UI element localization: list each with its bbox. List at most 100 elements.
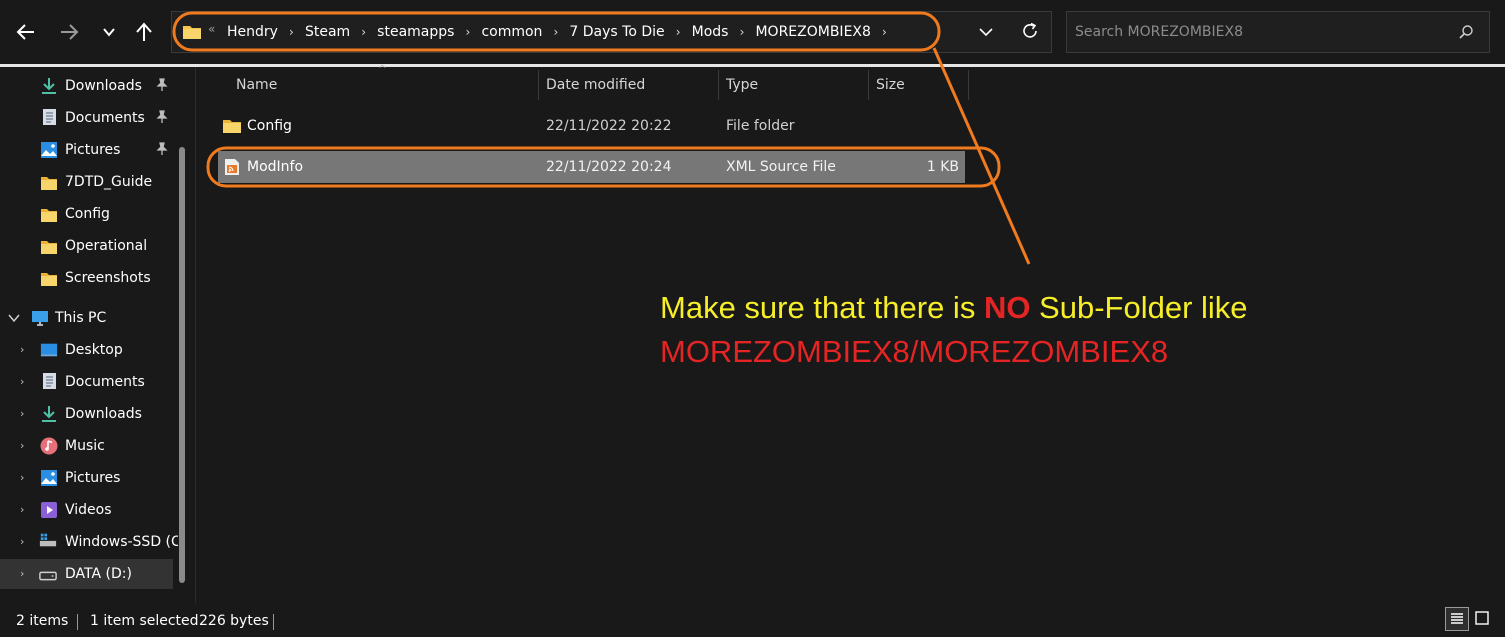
crumb-hendry[interactable]: Hendry [227,24,278,40]
crumb-steamapps[interactable]: steamapps [377,24,454,40]
sidebar-item-downloads-pc[interactable]: › Downloads [0,399,178,429]
crumb-separator[interactable]: › [665,25,692,39]
sidebar-item-7dtd-guide[interactable]: 7DTD_Guide [0,167,178,197]
sidebar-item-pictures-pc[interactable]: › Pictures [0,463,178,493]
crumb-separator[interactable]: › [871,25,898,39]
overflow-chevron[interactable]: « [208,22,215,36]
sidebar-item-label: Downloads [65,406,142,422]
recent-locations-button[interactable] [95,18,123,46]
computer-icon [32,311,48,326]
file-type: File folder [726,118,795,134]
pictures-icon [41,142,57,158]
column-divider[interactable] [968,70,969,100]
expand-chevron-icon[interactable]: › [20,407,24,420]
expand-chevron-icon[interactable]: › [20,343,24,356]
sidebar-item-documents-pc[interactable]: › Documents [0,367,178,397]
pictures-icon [41,470,57,486]
crumb-separator[interactable]: › [454,25,481,39]
sidebar-item-config[interactable]: Config [0,199,178,229]
sidebar-item-music[interactable]: › Music [0,431,178,461]
sidebar-item-label: Windows-SSD (C [65,534,178,550]
address-dropdown-icon[interactable] [976,22,996,42]
document-icon [43,373,56,389]
back-arrow-icon [16,24,34,40]
column-header-date[interactable]: Date modified [546,70,645,100]
crumb-mods[interactable]: Mods [692,24,729,40]
sidebar-item-windows-ssd[interactable]: › Windows-SSD (C [0,527,178,557]
toolbar-divider [0,64,1505,67]
crumb-steam[interactable]: Steam [305,24,350,40]
expand-chevron-icon[interactable]: › [20,375,24,388]
folder-icon [41,273,57,286]
sidebar-item-videos[interactable]: › Videos [0,495,178,525]
folder-icon [41,209,57,222]
xml-file-icon [225,159,239,175]
forward-button[interactable] [55,18,83,46]
details-view-icon [1451,613,1463,624]
table-row[interactable]: ModInfo 22/11/2022 20:24 XML Source File… [218,151,965,183]
sidebar-item-label: 7DTD_Guide [65,174,153,190]
document-icon [43,109,56,125]
sidebar-item-this-pc[interactable]: This PC [0,303,178,333]
pin-icon [156,110,168,123]
column-divider[interactable] [538,70,539,100]
up-button[interactable] [130,18,158,46]
table-row[interactable]: Config 22/11/2022 20:22 File folder [218,110,965,142]
file-name: Config [247,118,292,134]
crumb-separator[interactable]: › [728,25,755,39]
annotation-line-1: Make sure that there is NO Sub-Folder li… [660,290,1248,325]
music-icon [40,437,58,455]
breadcrumb: Hendry › Steam › steamapps › common › 7 … [227,22,898,42]
download-icon [42,406,56,422]
search-input[interactable] [1075,22,1445,42]
large-icons-view-icon [1475,611,1489,625]
chevron-down-icon[interactable] [8,313,20,323]
back-button[interactable] [12,18,40,46]
sidebar-item-downloads[interactable]: Downloads [0,71,178,101]
forward-arrow-icon [61,24,79,40]
crumb-separator[interactable]: › [350,25,377,39]
column-header-size[interactable]: Size [876,70,905,100]
refresh-icon[interactable] [1019,20,1041,42]
pin-icon [156,78,168,91]
crumb-separator[interactable]: › [542,25,569,39]
desktop-icon [40,343,58,357]
details-view-button[interactable] [1445,607,1469,631]
folder-icon [223,120,241,133]
drive-icon [39,533,57,547]
navigation-toolbar: « Hendry › Steam › steamapps › common › … [0,0,1505,64]
file-size: 1 KB [926,159,959,175]
large-icons-view-button[interactable] [1471,607,1495,631]
drive-icon [39,571,57,581]
column-divider[interactable] [718,70,719,100]
sidebar-item-documents[interactable]: Documents [0,103,178,133]
file-name: ModInfo [247,159,304,175]
expand-chevron-icon[interactable]: › [20,439,24,452]
pane-divider[interactable] [195,67,196,603]
sidebar-item-screenshots[interactable]: Screenshots [0,263,178,293]
expand-chevron-icon[interactable]: › [20,503,24,516]
column-header-name[interactable]: Name [236,70,277,100]
crumb-common[interactable]: common [481,24,542,40]
expand-chevron-icon[interactable]: › [20,471,24,484]
item-count: 2 items [16,613,69,629]
crumb-7-days-to-die[interactable]: 7 Days To Die [569,24,664,40]
sidebar-item-pictures[interactable]: Pictures [0,135,178,165]
annotation-text: Make sure that there is NO Sub-Folder li… [660,286,1500,374]
sidebar-scrollbar[interactable] [179,147,185,583]
column-header-type[interactable]: Type [726,70,758,100]
column-divider[interactable] [868,70,869,100]
navigation-pane: Downloads Documents Pictures 7DTD_Guide … [0,67,190,603]
sidebar-item-desktop[interactable]: › Desktop [0,335,178,365]
annotation-line-2: MOREZOMBIEX8/MOREZOMBIEX8 [660,334,1169,369]
selection-size: 226 bytes [199,613,269,629]
crumb-separator[interactable]: › [278,25,305,39]
search-icon[interactable] [1458,24,1474,40]
crumb-morezombiex8[interactable]: MOREZOMBIEX8 [755,24,870,40]
status-separator [273,614,274,630]
sidebar-item-data-drive[interactable]: › DATA (D:) [0,559,173,589]
selection-count: 1 item selected [90,613,199,629]
expand-chevron-icon[interactable]: › [20,535,24,548]
sidebar-item-operational[interactable]: Operational [0,231,178,261]
expand-chevron-icon[interactable]: › [20,567,24,580]
